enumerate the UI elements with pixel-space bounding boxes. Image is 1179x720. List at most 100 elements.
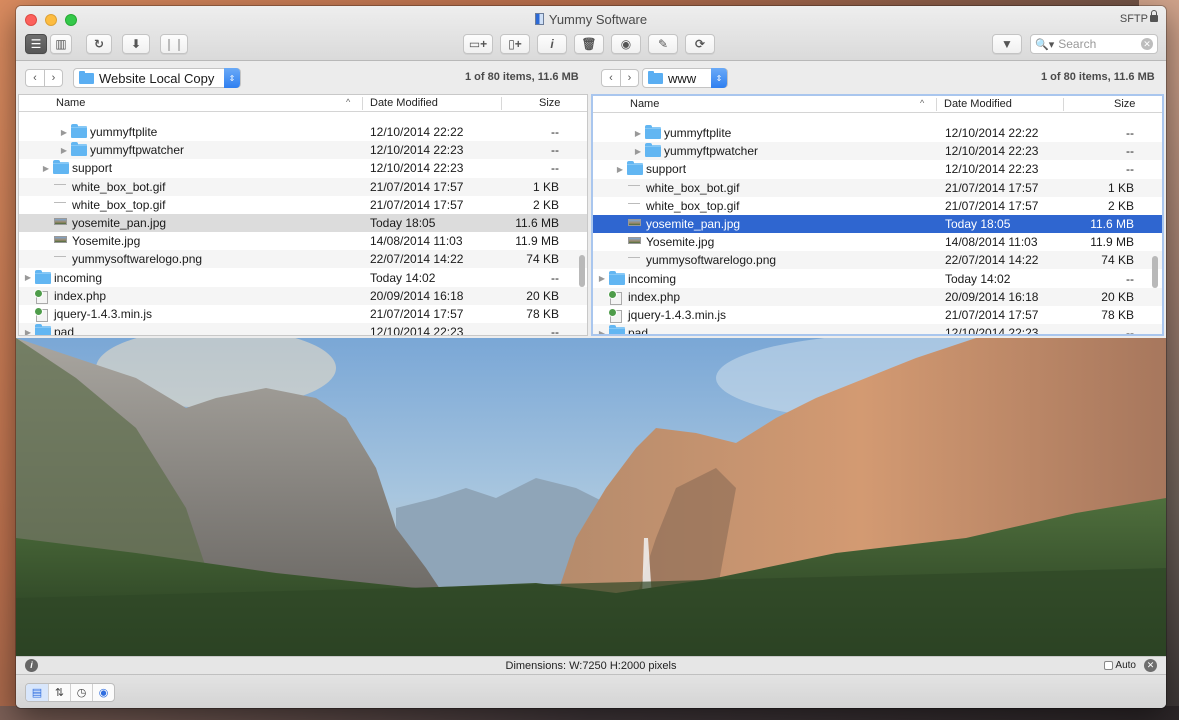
sort-ascending-icon: ^ xyxy=(346,97,351,107)
generic-file-icon xyxy=(628,183,642,193)
file-row[interactable]: white_box_top.gif 21/07/2014 17:57 2 KB xyxy=(19,196,587,214)
right-back-button[interactable]: ‹ xyxy=(602,70,620,86)
image-thumbnail-icon xyxy=(628,219,641,226)
delete-button[interactable]: 🗑 xyxy=(574,34,604,54)
size-column-header[interactable]: Size xyxy=(1114,98,1135,110)
left-scrollbar[interactable] xyxy=(579,255,585,287)
file-name-cell: white_box_bot.gif xyxy=(615,181,739,195)
list-view-button[interactable]: ☰ xyxy=(25,34,47,54)
size-cell: 74 KB xyxy=(1101,253,1134,268)
search-field[interactable]: 🔍▾ Search ✕ xyxy=(1030,34,1158,54)
disclosure-triangle-icon[interactable]: ▶ xyxy=(23,328,33,335)
close-preview-icon[interactable]: ✕ xyxy=(1144,659,1157,672)
name-column-header[interactable]: Name xyxy=(56,97,85,109)
trash-icon: 🗑 xyxy=(581,37,597,51)
file-row[interactable]: white_box_bot.gif 21/07/2014 17:57 1 KB xyxy=(19,177,587,196)
size-column-header[interactable]: Size xyxy=(539,97,560,109)
right-location-popup[interactable]: www ⇕ xyxy=(642,68,728,88)
script-badge-icon xyxy=(608,308,622,323)
disclosure-triangle-icon[interactable]: ▶ xyxy=(41,164,51,173)
file-row[interactable]: ▶ yummyftpwatcher 12/10/2014 22:23 -- xyxy=(19,141,587,160)
size-cell: 2 KB xyxy=(1107,198,1134,213)
new-file-button[interactable]: ▯+ xyxy=(500,34,530,54)
get-info-button[interactable]: i xyxy=(537,34,567,54)
protocol-indicator: SFTP xyxy=(1120,10,1158,25)
column-view-button[interactable]: ▥ xyxy=(50,34,72,54)
file-row[interactable]: yosemite_pan.jpg Today 18:05 11.6 MB xyxy=(593,215,1162,233)
file-row[interactable]: ▶ yummyftplite 12/10/2014 22:22 -- xyxy=(593,124,1162,142)
file-row[interactable]: ▶ incoming Today 14:02 -- xyxy=(593,270,1162,288)
size-cell: 11.6 MB xyxy=(1090,217,1134,231)
file-row[interactable]: ▶ support 12/10/2014 22:23 -- xyxy=(593,160,1162,178)
file-row[interactable]: yummysoftwarelogo.png 22/07/2014 14:22 74 … xyxy=(19,250,587,269)
size-cell: 78 KB xyxy=(1101,308,1134,322)
file-line-icon xyxy=(628,257,640,259)
file-row[interactable]: index.php 20/09/2014 16:18 20 KB xyxy=(19,286,587,305)
history-button[interactable]: ◷ xyxy=(70,684,92,701)
file-row[interactable]: index.php 20/09/2014 16:18 20 KB xyxy=(593,287,1162,306)
filter-button[interactable]: ▼ xyxy=(992,34,1022,54)
file-row[interactable]: ▶ pad 12/10/2014 22:23 -- xyxy=(19,323,587,335)
image-dimensions: Dimensions: W:7250 H:2000 pixels xyxy=(505,660,677,672)
folder-icon xyxy=(627,161,643,176)
disclosure-triangle-icon[interactable]: ▶ xyxy=(633,129,643,138)
file-name: white_box_top.gif xyxy=(72,197,166,212)
size-cell: 2 KB xyxy=(532,197,559,212)
left-location-popup[interactable]: Website Local Copy ⇕ xyxy=(73,68,241,88)
script-file-icon xyxy=(608,289,624,305)
file-name-cell: ▶ support xyxy=(41,160,112,175)
left-back-button[interactable]: ‹ xyxy=(26,70,44,86)
preview-toggle-button[interactable]: ◉ xyxy=(92,684,114,701)
name-column-header[interactable]: Name xyxy=(630,98,659,110)
edit-button[interactable]: ✎ xyxy=(648,34,678,54)
file-row[interactable]: white_box_top.gif 21/07/2014 17:57 2 KB xyxy=(593,197,1162,215)
date-modified-cell: 21/07/2014 17:57 xyxy=(945,198,1039,213)
download-button[interactable]: ⬇ xyxy=(122,34,150,54)
disclosure-triangle-icon[interactable]: ▶ xyxy=(23,273,33,282)
file-row[interactable]: ▶ yummyftplite 12/10/2014 22:22 -- xyxy=(19,123,587,141)
remote-file-browser[interactable]: Name ^ Date Modified Size ▶ yummyftplite 1… xyxy=(591,94,1164,336)
disclosure-triangle-icon[interactable]: ▶ xyxy=(597,329,607,334)
new-folder-button[interactable]: ▭+ xyxy=(463,34,493,54)
file-row[interactable]: yummysoftwarelogo.png 22/07/2014 14:22 74 … xyxy=(593,251,1162,270)
disclosure-triangle-icon[interactable]: ▶ xyxy=(59,146,69,155)
pause-button[interactable]: ❙❙ xyxy=(160,34,188,54)
file-row[interactable]: ▶ support 12/10/2014 22:23 -- xyxy=(19,159,587,177)
date-column-header[interactable]: Date Modified xyxy=(944,98,1012,110)
file-row[interactable]: Yosemite.jpg 14/08/2014 11:03 11.9 MB xyxy=(19,232,587,250)
date-modified-cell: 21/07/2014 17:57 xyxy=(945,180,1039,195)
file-row[interactable]: white_box_bot.gif 21/07/2014 17:57 1 KB xyxy=(593,178,1162,197)
quick-look-button[interactable]: ◉ xyxy=(611,34,641,54)
file-row[interactable]: yosemite_pan.jpg Today 18:05 11.6 MB xyxy=(19,214,587,232)
size-cell: -- xyxy=(1126,162,1134,177)
clear-search-icon[interactable]: ✕ xyxy=(1141,38,1153,50)
disclosure-triangle-icon[interactable]: ▶ xyxy=(59,128,69,137)
file-row[interactable]: jquery-1.4.3.min.js 21/07/2014 17:57 78 KB xyxy=(19,305,587,323)
auto-checkbox[interactable]: Auto xyxy=(1104,660,1136,671)
image-preview xyxy=(16,338,1166,656)
size-cell: 20 KB xyxy=(1101,289,1134,304)
date-column-header[interactable]: Date Modified xyxy=(370,97,438,109)
file-row[interactable]: ▶ pad 12/10/2014 22:23 -- xyxy=(593,324,1162,334)
right-forward-button[interactable]: › xyxy=(620,70,638,86)
date-modified-cell: 12/10/2014 22:23 xyxy=(945,162,1039,177)
file-row[interactable]: Yosemite.jpg 14/08/2014 11:03 11.9 MB xyxy=(593,233,1162,251)
disclosure-triangle-icon[interactable]: ▶ xyxy=(597,274,607,283)
sync-button[interactable]: ⟳ xyxy=(685,34,715,54)
desktop-background-bottom xyxy=(0,706,1179,720)
right-scrollbar[interactable] xyxy=(1152,256,1158,288)
local-file-browser[interactable]: Name ^ Date Modified Size ▶ yummyftplite 1… xyxy=(18,94,588,336)
refresh-button[interactable]: ↻ xyxy=(86,34,112,54)
file-name: white_box_bot.gif xyxy=(646,180,740,195)
left-forward-button[interactable]: › xyxy=(44,70,62,86)
file-row[interactable]: jquery-1.4.3.min.js 21/07/2014 17:57 78 KB xyxy=(593,306,1162,324)
file-name: incoming xyxy=(54,270,103,285)
file-row[interactable]: ▶ incoming Today 14:02 -- xyxy=(19,269,587,287)
file-row[interactable]: ▶ yummyftpwatcher 12/10/2014 22:23 -- xyxy=(593,142,1162,161)
disclosure-triangle-icon[interactable]: ▶ xyxy=(633,147,643,156)
disclosure-triangle-icon[interactable]: ▶ xyxy=(615,165,625,174)
transfers-button[interactable]: ⇅ xyxy=(48,684,70,701)
date-modified-cell: 22/07/2014 14:22 xyxy=(370,252,464,267)
layout-button[interactable]: ▤ xyxy=(26,684,48,701)
left-location-label: Website Local Copy xyxy=(99,70,215,86)
